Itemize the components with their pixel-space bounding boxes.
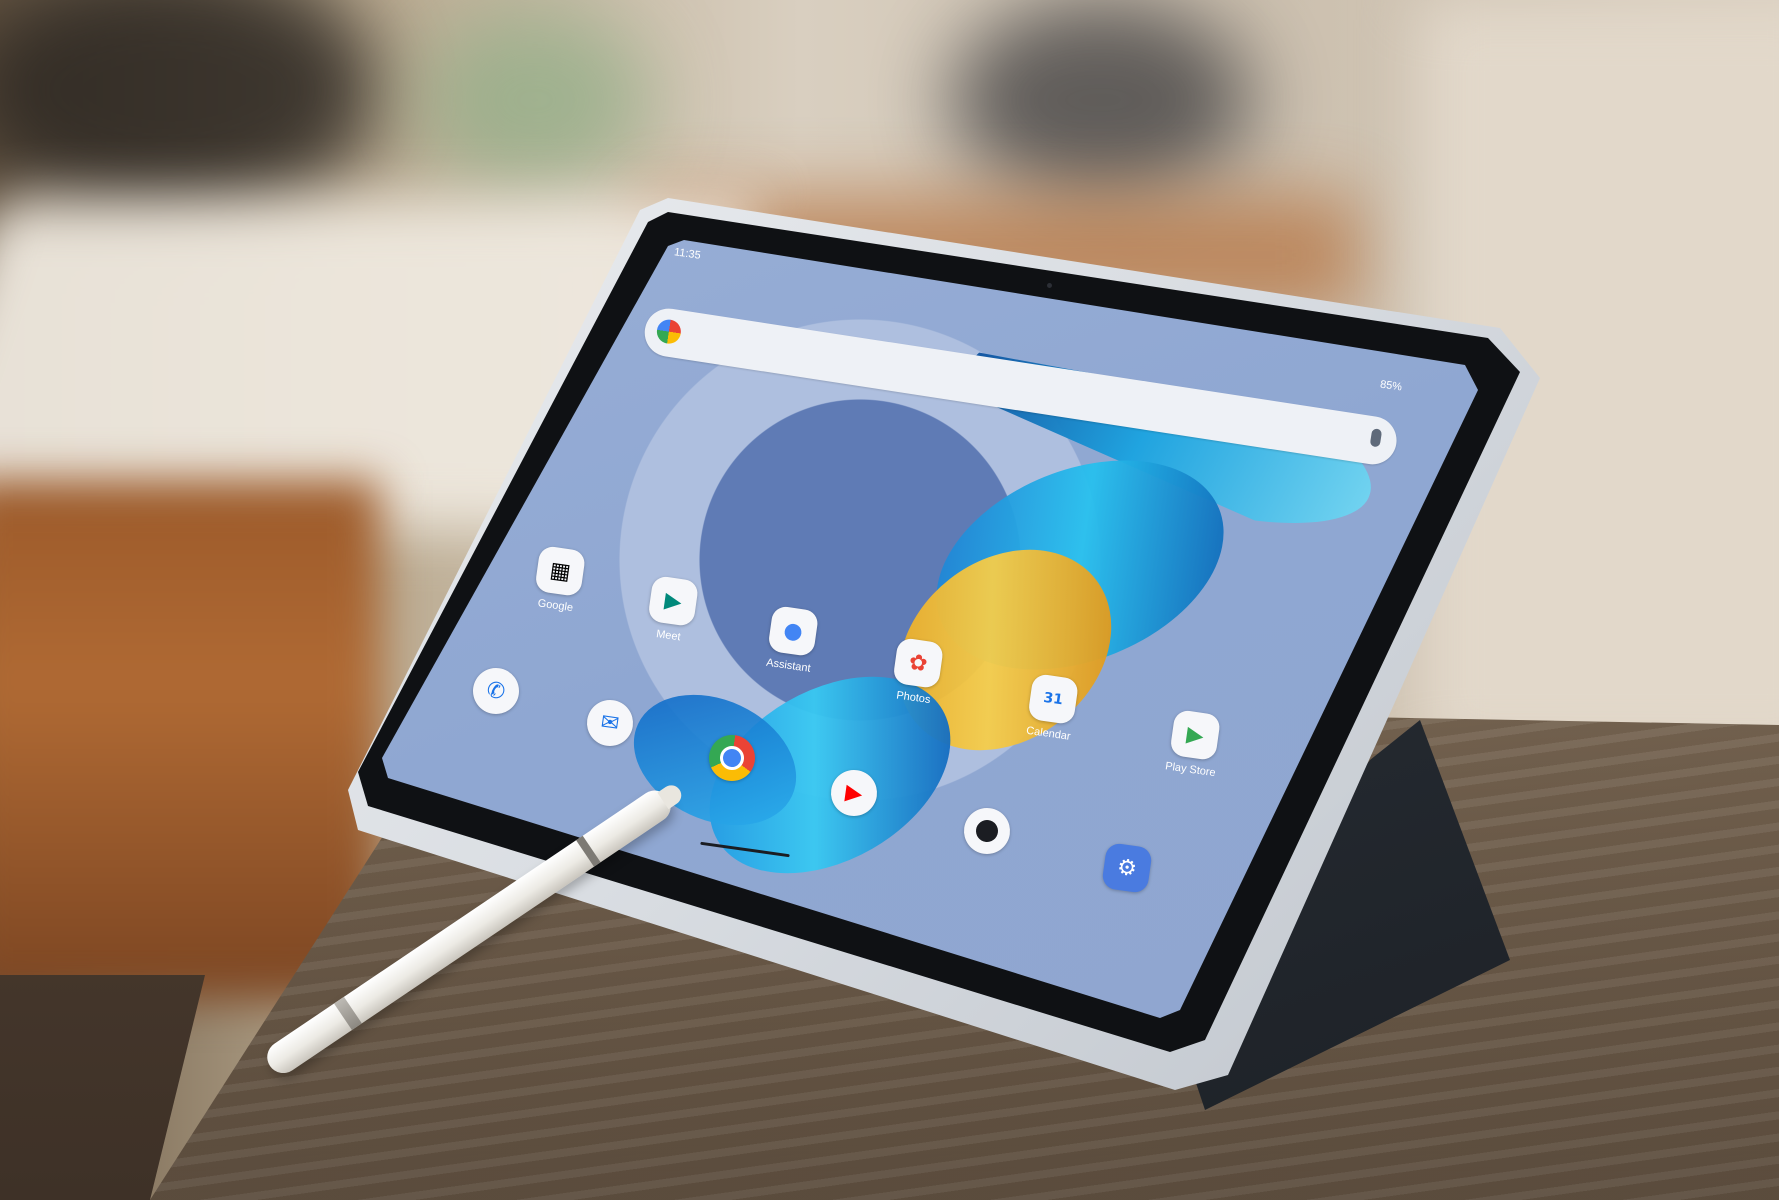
app-youtube[interactable]: ▶ [827, 767, 881, 819]
phone-icon: ✆ [470, 665, 522, 717]
app-google[interactable]: ▦ Google [531, 545, 587, 615]
google-folder-icon: ▦ [534, 545, 587, 598]
app-camera[interactable] [960, 805, 1014, 857]
app-messages[interactable]: ✉ [583, 697, 637, 749]
play-store-icon: ▶ [1169, 709, 1222, 762]
app-chrome[interactable] [705, 732, 759, 784]
youtube-icon: ▶ [828, 767, 880, 819]
photos-icon: ✿ [892, 637, 945, 690]
app-photos[interactable]: ✿ Photos [889, 637, 945, 707]
blurred-wood-cabinet [0, 480, 380, 1000]
stylus-band [576, 835, 601, 867]
assistant-icon: ● [767, 605, 820, 658]
app-calendar[interactable]: 31 Calendar [1024, 673, 1080, 743]
app-assistant[interactable]: ● Assistant [764, 605, 820, 675]
app-meet[interactable]: ▶ Meet [644, 575, 700, 645]
google-g-icon [655, 317, 683, 346]
mic-icon[interactable] [1369, 428, 1383, 448]
app-phone[interactable]: ✆ [469, 665, 523, 717]
settings-icon: ⚙ [1101, 842, 1153, 894]
chrome-icon [706, 732, 758, 784]
app-settings[interactable]: ⚙ [1100, 842, 1154, 894]
calendar-icon: 31 [1027, 673, 1080, 726]
messages-icon: ✉ [584, 697, 636, 749]
stylus-band [334, 996, 362, 1031]
front-camera [1047, 283, 1052, 288]
meet-icon: ▶ [647, 575, 700, 628]
blurred-object [950, 0, 1250, 200]
blurred-plant [420, 10, 650, 190]
app-play-store[interactable]: ▶ Play Store [1164, 709, 1222, 779]
camera-icon [961, 805, 1013, 857]
